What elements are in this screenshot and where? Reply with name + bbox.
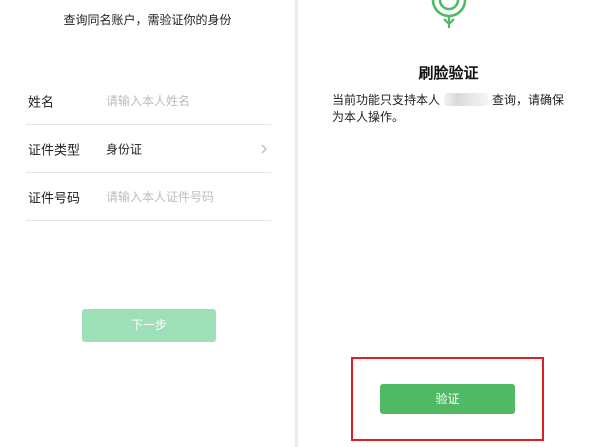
face-verify-panel: 刷脸验证 当前功能只支持本人 查询，请确保为本人操作。 验证 bbox=[298, 0, 599, 447]
id-type-label: 证件类型 bbox=[28, 143, 81, 158]
verify-button[interactable]: 验证 bbox=[380, 384, 515, 414]
id-number-label: 证件号码 bbox=[28, 191, 81, 206]
blurred-name bbox=[444, 93, 489, 106]
name-label: 姓名 bbox=[28, 95, 55, 110]
face-verify-logo-icon bbox=[431, 0, 467, 28]
face-verify-description: 当前功能只支持本人 查询，请确保为本人操作。 bbox=[332, 92, 572, 126]
identity-form-panel: 查询同名账户，需验证你的身份 姓名 证件类型 身份证 证件号码 下一步 bbox=[0, 0, 295, 447]
id-type-row[interactable]: 证件类型 身份证 bbox=[26, 125, 271, 173]
name-input[interactable] bbox=[106, 93, 256, 108]
desc-prefix: 当前功能只支持本人 bbox=[332, 93, 441, 107]
face-verify-title: 刷脸验证 bbox=[418, 64, 479, 82]
chevron-right-icon bbox=[261, 144, 267, 153]
form-header: 查询同名账户，需验证你的身份 bbox=[63, 13, 232, 27]
next-step-button[interactable]: 下一步 bbox=[82, 309, 216, 342]
id-number-row[interactable]: 证件号码 bbox=[26, 173, 271, 221]
id-type-value: 身份证 bbox=[106, 142, 143, 156]
id-number-input[interactable] bbox=[106, 189, 256, 204]
name-row[interactable]: 姓名 bbox=[26, 77, 271, 125]
